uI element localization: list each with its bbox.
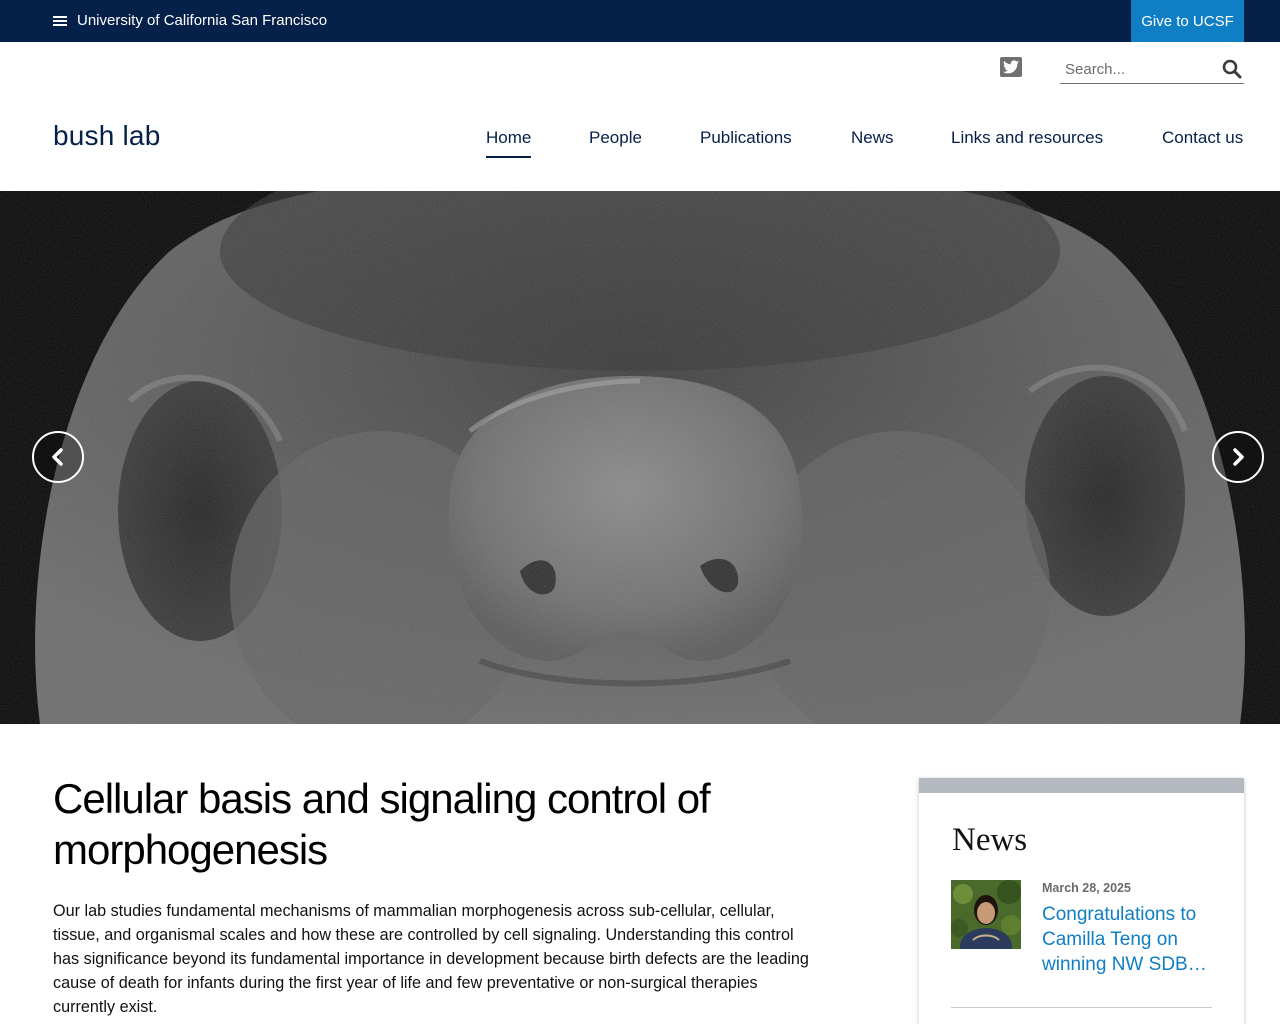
intro-paragraph: Our lab studies fundamental mechanisms o… [53, 902, 809, 1016]
hero-embryo-image [0, 191, 1280, 724]
news-sidebar: News March 28, 2025 Congratulations to C… [919, 778, 1244, 1024]
news-card-top-bar [919, 778, 1244, 793]
chevron-right-icon [1233, 448, 1244, 466]
news-thumbnail[interactable] [951, 880, 1021, 949]
university-menu-toggle[interactable]: University of California San Francisco [53, 12, 327, 29]
site-logo[interactable]: bush lab [53, 120, 160, 152]
chevron-left-icon [52, 448, 63, 466]
nav-home[interactable]: Home [486, 128, 532, 158]
search-box [1060, 55, 1244, 84]
give-to-ucsf-button[interactable]: Give to UCSF [1131, 0, 1244, 42]
nav-contact-us[interactable]: Contact us [1162, 128, 1243, 148]
nav-people[interactable]: People [589, 128, 642, 148]
hamburger-icon [53, 15, 67, 26]
search-input[interactable] [1060, 55, 1220, 83]
news-divider [951, 1007, 1212, 1008]
news-item-link[interactable]: Congratulations to Camilla Teng on winni… [1042, 902, 1214, 977]
person-photo-icon [951, 880, 1021, 949]
news-date: March 28, 2025 [1042, 881, 1131, 895]
ucsf-top-bar: University of California San Francisco G… [0, 0, 1280, 42]
carousel-prev-button[interactable] [32, 431, 84, 483]
search-icon [1222, 59, 1242, 79]
page-title: Cellular basis and signaling control of … [53, 775, 711, 873]
university-label: University of California San Francisco [77, 12, 328, 29]
twitter-icon[interactable] [1000, 57, 1022, 77]
search-button[interactable] [1222, 59, 1242, 79]
news-heading: News [952, 822, 1028, 858]
nav-publications[interactable]: Publications [700, 128, 792, 148]
nav-links-resources[interactable]: Links and resources [951, 128, 1103, 148]
carousel-next-button[interactable] [1212, 431, 1264, 483]
hero-carousel [0, 191, 1280, 724]
nav-news[interactable]: News [851, 128, 894, 148]
